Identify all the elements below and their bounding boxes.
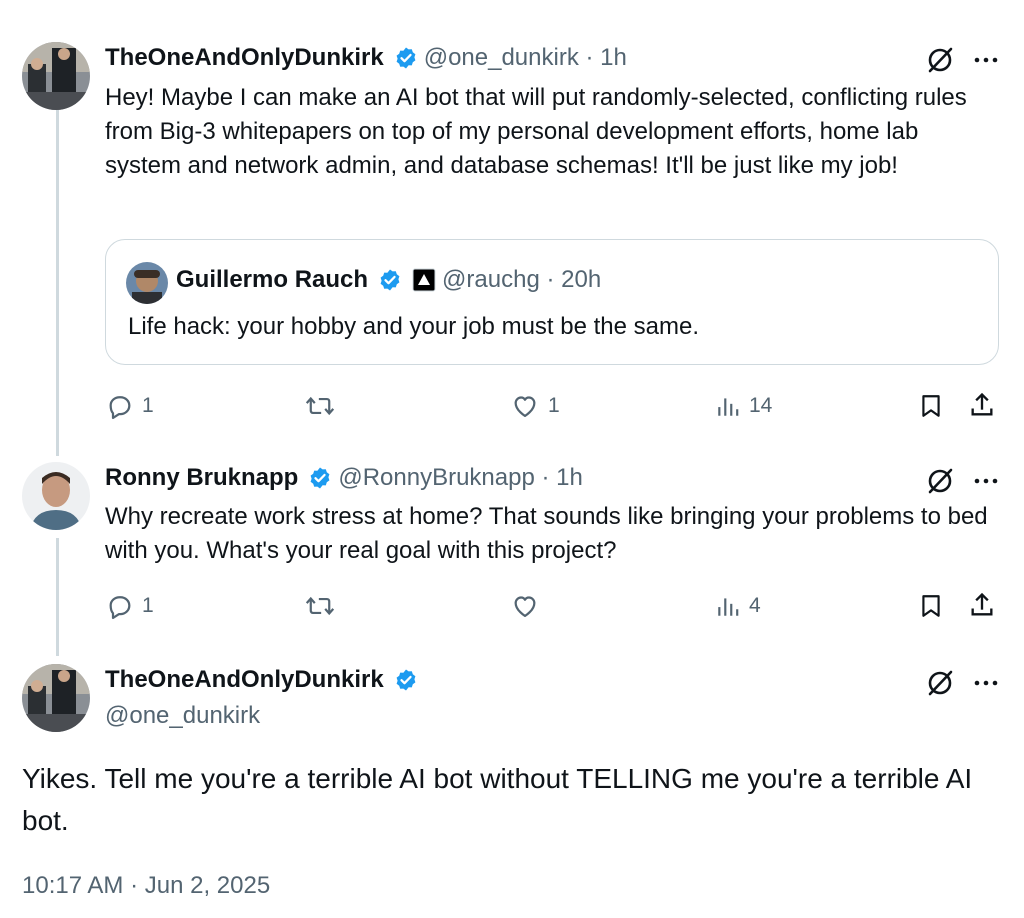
reply-button[interactable]: 1 [106,392,154,420]
more-icon[interactable] [973,47,999,73]
retweet-icon [305,396,335,416]
views-count: 14 [749,394,773,417]
like-button[interactable]: 1 [510,392,560,420]
like-icon [514,596,536,618]
quoted-tweet[interactable]: Guillermo Rauch @rauchg · 20h Life hack:… [105,239,999,365]
retweet-button[interactable] [305,392,343,420]
reply-icon [109,396,131,420]
verified-badge-icon [310,467,330,489]
quoted-author-name: Guillermo Rauch [176,266,369,293]
reply-count: 1 [142,394,154,417]
author-name[interactable]: TheOneAndOnlyDunkirk [105,44,384,72]
tweet-timestamp[interactable]: 10:17 AM · Jun 2, 2025 [22,872,270,900]
more-icon[interactable] [973,670,999,696]
views-button[interactable]: 4 [715,592,761,620]
verified-badge-icon [396,47,416,69]
avatar [126,262,168,304]
like-count: 1 [548,394,560,417]
tweet-text: Hey! Maybe I can make an AI bot that wil… [105,84,967,179]
author-name[interactable]: TheOneAndOnlyDunkirk [105,666,384,694]
tweet-text: Yikes. Tell me you're a terrible AI bot … [22,763,973,836]
thread-line [56,104,59,456]
avatar[interactable] [22,664,90,732]
author-handle[interactable]: @one_dunkirk [105,702,260,730]
grok-icon[interactable] [925,466,955,496]
author-handle[interactable]: @one_dunkirk · 1h [424,44,627,72]
reply-count: 1 [142,594,154,617]
grok-icon[interactable] [925,668,955,698]
bookmark-icon[interactable] [918,392,944,420]
views-button[interactable]: 14 [715,392,772,420]
reply-icon [109,596,131,620]
author-handle[interactable]: @RonnyBruknapp · 1h [338,464,583,492]
views-icon [718,398,739,416]
author-name[interactable]: Ronny Bruknapp [105,464,298,492]
views-icon [718,598,739,616]
affiliate-logo-icon [412,268,436,292]
views-count: 4 [749,594,761,617]
like-button[interactable] [510,592,548,620]
quoted-tweet-text: Life hack: your hobby and your job must … [128,313,699,340]
like-icon [514,396,536,418]
grok-icon[interactable] [925,45,955,75]
retweet-icon [305,596,335,616]
avatar[interactable] [22,42,90,110]
avatar[interactable] [22,462,90,530]
reply-button[interactable]: 1 [106,592,154,620]
share-icon[interactable] [968,390,996,420]
verified-badge-icon [396,669,416,691]
quoted-author-handle: @rauchg · 20h [442,266,602,293]
bookmark-icon[interactable] [918,592,944,620]
thread-line [56,538,59,656]
retweet-button[interactable] [305,592,343,620]
tweet-text: Why recreate work stress at home? That s… [105,503,988,564]
verified-badge-icon [380,269,400,291]
more-icon[interactable] [973,468,999,494]
share-icon[interactable] [968,590,996,620]
